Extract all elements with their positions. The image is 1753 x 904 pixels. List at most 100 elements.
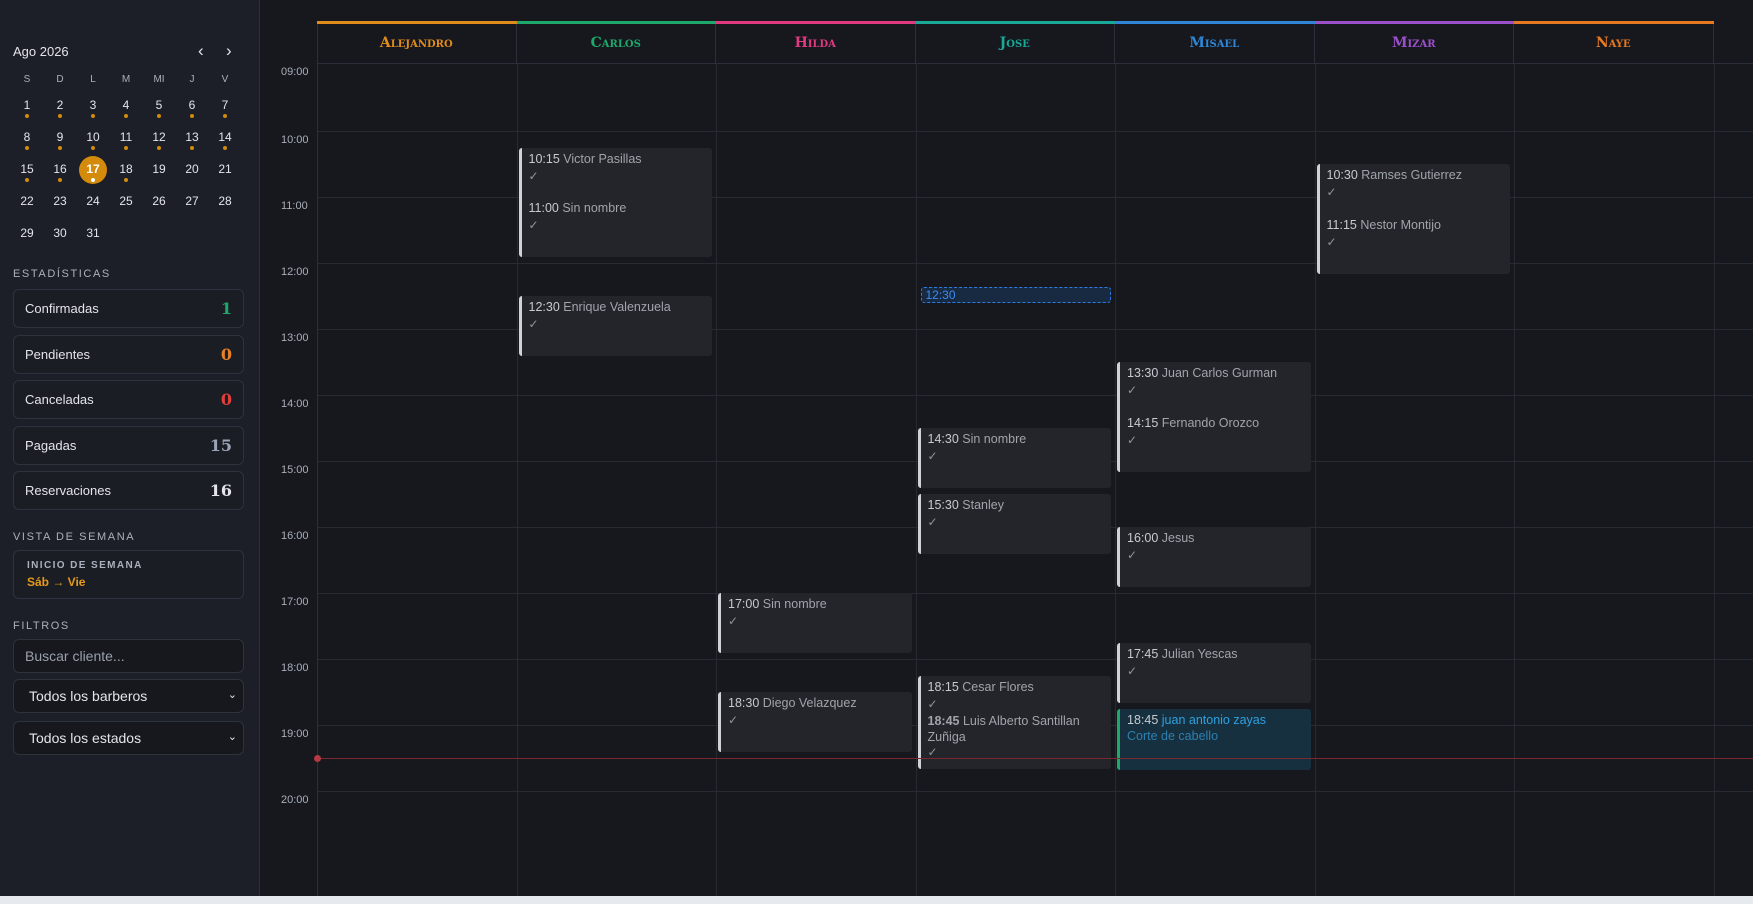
hour-label: 14:00 xyxy=(281,398,309,410)
status-filter-select[interactable]: Todos los estados ⌄ xyxy=(13,721,244,755)
new-appointment-slot[interactable]: 12:30 xyxy=(920,287,1111,303)
appointment-client: Enrique Valenzuela xyxy=(563,300,671,314)
chevron-left-icon[interactable]: ‹ xyxy=(198,41,204,61)
day-cell[interactable]: 31 xyxy=(79,220,107,248)
barber-color-bar xyxy=(1514,21,1714,24)
day-cell[interactable]: 13 xyxy=(178,124,206,152)
appointment-client: Sin nombre xyxy=(962,432,1027,446)
client-search-input[interactable] xyxy=(14,640,243,672)
barber-header-misael[interactable]: Misael xyxy=(1115,22,1315,64)
appointment-time: 18:15 xyxy=(927,679,959,694)
day-number: 20 xyxy=(185,162,199,176)
check-icon: ✓ xyxy=(1326,234,1337,249)
day-cell[interactable]: 21 xyxy=(211,156,239,184)
appointment-dot-icon xyxy=(91,114,95,118)
appointment-time: 10:15 xyxy=(528,151,560,166)
appointment-card[interactable]: 14:30 Sin nombre ✓ xyxy=(917,428,1111,488)
day-cell[interactable]: 11 xyxy=(112,124,140,152)
appointment-card[interactable]: 11:00 Sin nombre ✓ xyxy=(518,197,712,257)
day-number: 1 xyxy=(23,98,31,112)
barber-header-mizar[interactable]: Mizar xyxy=(1314,22,1514,64)
appointment-dot-icon xyxy=(58,178,62,182)
barber-header-alejandro[interactable]: Alejandro xyxy=(317,22,517,64)
day-cell[interactable]: 30 xyxy=(46,220,74,248)
day-cell[interactable]: 19 xyxy=(145,156,173,184)
week-start-setting[interactable]: INICIO DE SEMANA Sáb → Vie xyxy=(13,550,244,599)
day-cell[interactable]: 2 xyxy=(46,92,74,120)
appointment-title: 17:00 Sin nombre xyxy=(728,597,827,611)
day-cell[interactable]: 27 xyxy=(178,188,206,216)
day-cell[interactable]: 22 xyxy=(13,188,41,216)
day-cell[interactable]: 12 xyxy=(145,124,173,152)
check-icon: ✓ xyxy=(528,168,539,183)
day-cell[interactable]: 16 xyxy=(46,156,74,184)
day-cell[interactable]: 25 xyxy=(112,188,140,216)
check-icon: ✓ xyxy=(528,218,539,232)
day-cell[interactable]: 26 xyxy=(145,188,173,216)
day-cell[interactable]: 1 xyxy=(13,92,41,120)
appointment-card[interactable]: 12:30 Enrique Valenzuela ✓ xyxy=(518,296,712,356)
appointment-time: 16:00 xyxy=(1127,531,1159,545)
day-cell[interactable]: 4 xyxy=(112,92,140,120)
day-cell[interactable]: 15 xyxy=(13,156,41,184)
appointment-card[interactable]: 18:45 juan antonio zayas Corte de cabello xyxy=(1117,708,1311,770)
day-cell[interactable]: 6 xyxy=(178,92,206,120)
appointment-dot-icon xyxy=(223,146,227,150)
appointment-card[interactable]: 16:00 Jesus ✓ xyxy=(1117,527,1311,587)
day-cell[interactable]: 29 xyxy=(13,220,41,248)
day-cell[interactable]: 23 xyxy=(46,188,74,216)
appointment-client: Diego Velazquez xyxy=(762,696,857,710)
weekday-label: M xyxy=(121,74,131,85)
day-number: 17 xyxy=(86,162,100,176)
appointment-dot-icon xyxy=(91,178,95,182)
barber-filter-value: Todos los barberos xyxy=(29,688,148,704)
appointment-card[interactable]: 17:45 Julian Yescas ✓ xyxy=(1117,642,1311,703)
appointment-dot-icon xyxy=(58,146,62,150)
day-cell[interactable]: 7 xyxy=(211,92,239,120)
week-calendar: Alejandro Carlos Hilda Jose Misael Mizar Naye 0… xyxy=(260,0,1753,896)
day-cell[interactable]: 3 xyxy=(79,92,107,120)
appointment-card[interactable]: 17:00 Sin nombre ✓ xyxy=(718,593,912,653)
barber-color-bar xyxy=(716,21,916,24)
day-cell[interactable]: 5 xyxy=(145,92,173,120)
client-search-field[interactable] xyxy=(13,639,244,673)
barber-header-hilda[interactable]: Hilda xyxy=(716,22,916,64)
day-cell[interactable]: 10 xyxy=(79,124,107,152)
appointment-card[interactable]: 18:45 Luis Alberto Santillan Zuñiga ✓ xyxy=(917,708,1111,769)
day-cell[interactable]: 8 xyxy=(13,124,41,152)
appointment-title: 13:30 Juan Carlos Gurman xyxy=(1127,366,1277,380)
appointment-dot-icon xyxy=(124,146,128,150)
appointment-client: Jesus xyxy=(1161,531,1195,545)
weekday-label: D xyxy=(56,74,64,85)
hour-gridline xyxy=(317,659,1753,660)
day-cell[interactable]: 18 xyxy=(112,156,140,184)
check-icon: ✓ xyxy=(728,713,739,727)
column-divider xyxy=(1514,64,1515,896)
barber-filter-select[interactable]: Todos los barberos ⌄ xyxy=(13,679,244,713)
appointment-time: 18:45 xyxy=(1127,712,1159,727)
hour-label: 20:00 xyxy=(281,794,309,806)
weekday-label: V xyxy=(221,74,229,85)
day-cell[interactable]: 28 xyxy=(211,188,239,216)
appointment-client: juan antonio zayas xyxy=(1161,712,1267,727)
chevron-right-icon[interactable]: › xyxy=(226,41,232,61)
barber-header-naye[interactable]: Naye xyxy=(1514,22,1714,64)
appointment-card[interactable]: 15:30 Stanley ✓ xyxy=(917,494,1111,554)
day-number: 16 xyxy=(53,162,67,176)
day-cell[interactable]: 17 xyxy=(79,156,107,184)
appointment-dot-icon xyxy=(190,114,194,118)
check-icon: ✓ xyxy=(528,317,539,331)
day-cell[interactable]: 9 xyxy=(46,124,74,152)
time-gutter-divider xyxy=(317,22,318,896)
barber-header-jose[interactable]: Jose xyxy=(915,22,1115,64)
appointment-card[interactable]: 18:30 Diego Velazquez ✓ xyxy=(718,692,912,752)
appointment-dot-icon xyxy=(58,114,62,118)
appointment-card[interactable]: 11:15 Nestor Montijo ✓ xyxy=(1316,213,1510,274)
day-cell[interactable]: 20 xyxy=(178,156,206,184)
day-number: 2 xyxy=(56,98,64,112)
day-cell[interactable]: 24 xyxy=(79,188,107,216)
check-icon: ✓ xyxy=(1127,663,1138,678)
appointment-card[interactable]: 14:15 Fernando Orozco ✓ xyxy=(1117,411,1311,472)
barber-header-carlos[interactable]: Carlos xyxy=(516,22,716,64)
day-cell[interactable]: 14 xyxy=(211,124,239,152)
